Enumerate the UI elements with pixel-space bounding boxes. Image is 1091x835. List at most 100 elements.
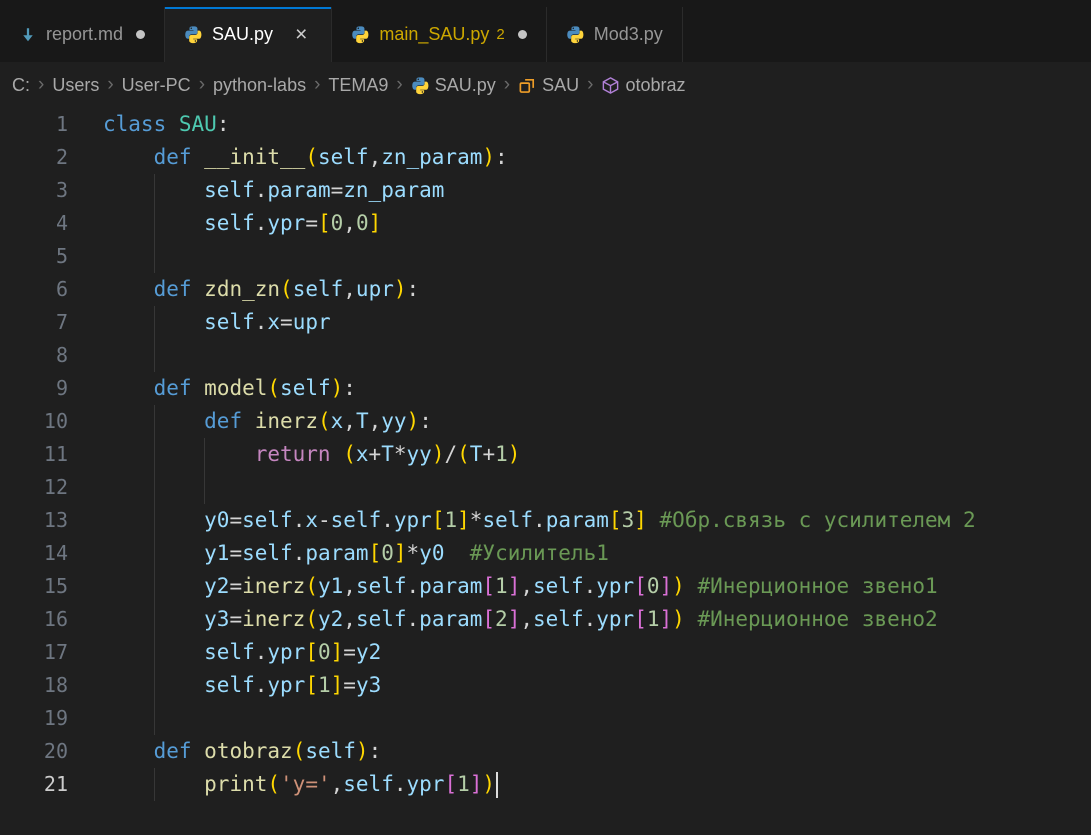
code-token: 1: [647, 607, 660, 631]
code-line[interactable]: 7 self.x=upr: [0, 306, 1091, 339]
line-number: 10: [0, 405, 68, 438]
code-token: 1: [495, 442, 508, 466]
code-line-content[interactable]: def zdn_zn(self,upr):: [103, 273, 1091, 306]
code-token: ): [356, 739, 369, 763]
breadcrumb-item-user-pc[interactable]: User-PC: [120, 75, 193, 96]
code-token: 0: [318, 640, 331, 664]
code-line[interactable]: 9 def model(self):: [0, 372, 1091, 405]
indent-guide: [154, 636, 155, 669]
breadcrumb-separator-icon: ›: [504, 74, 510, 96]
code-line[interactable]: 19: [0, 702, 1091, 735]
code-token: [103, 376, 154, 400]
tab-sau-py[interactable]: SAU.py×: [165, 7, 332, 62]
code-line[interactable]: 13 y0=self.x-self.ypr[1]*self.param[3] #…: [0, 504, 1091, 537]
indent-guide: [154, 768, 155, 801]
code-token: .: [381, 508, 394, 532]
breadcrumb-item-python-labs[interactable]: python-labs: [211, 75, 308, 96]
code-line-content[interactable]: def model(self):: [103, 372, 1091, 405]
code-token: [: [432, 508, 445, 532]
code-token: :: [495, 145, 508, 169]
breadcrumb-item-c[interactable]: C:: [10, 75, 32, 96]
code-token: ypr: [267, 640, 305, 664]
modified-indicator: [136, 30, 145, 39]
tab-main-sau-py[interactable]: main_SAU.py2: [332, 7, 546, 62]
code-line-content[interactable]: def __init__(self,zn_param):: [103, 141, 1091, 174]
code-line-content[interactable]: def inerz(x,T,yy):: [103, 405, 1091, 438]
code-line-content[interactable]: self.ypr[1]=y3: [103, 669, 1091, 702]
code-token: def: [154, 376, 192, 400]
code-token: ]: [660, 607, 673, 631]
code-line[interactable]: 14 y1=self.param[0]*y0 #Усилитель1: [0, 537, 1091, 570]
code-token: y2: [318, 607, 343, 631]
code-line-content[interactable]: def otobraz(self):: [103, 735, 1091, 768]
code-line[interactable]: 15 y2=inerz(y1,self.param[1],self.ypr[0]…: [0, 570, 1091, 603]
python-icon: [351, 25, 370, 44]
code-line-content[interactable]: [103, 471, 1091, 504]
code-token: ,: [343, 277, 356, 301]
line-number: 17: [0, 636, 68, 669]
code-line-content[interactable]: [103, 702, 1091, 735]
code-token: ]: [331, 673, 344, 697]
code-token: .: [293, 508, 306, 532]
breadcrumb-item-tema9[interactable]: TEMA9: [326, 75, 390, 96]
code-token: ): [407, 409, 420, 433]
code-token: #Усилитель1: [470, 541, 609, 565]
code-line[interactable]: 6 def zdn_zn(self,upr):: [0, 273, 1091, 306]
code-token: .: [584, 607, 597, 631]
code-token: *: [470, 508, 483, 532]
breadcrumb-item-sau[interactable]: SAU: [516, 75, 581, 96]
tab-report-md[interactable]: report.md: [0, 7, 165, 62]
code-line[interactable]: 8: [0, 339, 1091, 372]
code-line[interactable]: 12: [0, 471, 1091, 504]
tab-mod3-py[interactable]: Mod3.py: [547, 7, 683, 62]
code-line-content[interactable]: self.ypr=[0,0]: [103, 207, 1091, 240]
breadcrumb-item-users[interactable]: Users: [50, 75, 101, 96]
code-line-content[interactable]: return (x+T*yy)/(T+1): [103, 438, 1091, 471]
indent-guide: [204, 471, 205, 504]
code-line-content[interactable]: self.x=upr: [103, 306, 1091, 339]
code-line[interactable]: 4 self.ypr=[0,0]: [0, 207, 1091, 240]
code-token: =: [305, 211, 318, 235]
code-line-content[interactable]: y3=inerz(y2,self.param[2],self.ypr[1]) #…: [103, 603, 1091, 636]
code-line[interactable]: 16 y3=inerz(y2,self.param[2],self.ypr[1]…: [0, 603, 1091, 636]
code-line-content[interactable]: y1=self.param[0]*y0 #Усилитель1: [103, 537, 1091, 570]
code-token: [: [444, 772, 457, 796]
code-line-content[interactable]: class SAU:: [103, 108, 1091, 141]
line-number: 3: [0, 174, 68, 207]
indent-guide: [154, 537, 155, 570]
code-line-content[interactable]: self.ypr[0]=y2: [103, 636, 1091, 669]
code-token: .: [255, 211, 268, 235]
code-token: 'y=': [280, 772, 331, 796]
indent-guide: [154, 240, 155, 273]
code-line[interactable]: 2 def __init__(self,zn_param):: [0, 141, 1091, 174]
code-token: (: [305, 145, 318, 169]
code-line[interactable]: 3 self.param=zn_param: [0, 174, 1091, 207]
code-line[interactable]: 18 self.ypr[1]=y3: [0, 669, 1091, 702]
code-line[interactable]: 17 self.ypr[0]=y2: [0, 636, 1091, 669]
code-line[interactable]: 21 print('y=',self.ypr[1]): [0, 768, 1091, 801]
code-token: def: [154, 145, 192, 169]
code-line[interactable]: 11 return (x+T*yy)/(T+1): [0, 438, 1091, 471]
code-token: ]: [394, 541, 407, 565]
code-token: ]: [634, 508, 647, 532]
code-token: ): [394, 277, 407, 301]
close-icon[interactable]: ×: [290, 23, 312, 46]
code-line[interactable]: 20 def otobraz(self):: [0, 735, 1091, 768]
code-line-content[interactable]: [103, 339, 1091, 372]
code-line-content[interactable]: y0=self.x-self.ypr[1]*self.param[3] #Обр…: [103, 504, 1091, 537]
code-token: self: [204, 211, 255, 235]
code-line[interactable]: 10 def inerz(x,T,yy):: [0, 405, 1091, 438]
code-token: =: [229, 607, 242, 631]
breadcrumb-item-otobraz[interactable]: otobraz: [599, 75, 687, 96]
code-line-content[interactable]: print('y=',self.ypr[1]): [103, 768, 1091, 801]
code-line-content[interactable]: self.param=zn_param: [103, 174, 1091, 207]
code-line-content[interactable]: y2=inerz(y1,self.param[1],self.ypr[0]) #…: [103, 570, 1091, 603]
breadcrumb-item-sau-py[interactable]: SAU.py: [409, 75, 498, 96]
line-number: 14: [0, 537, 68, 570]
code-line-content[interactable]: [103, 240, 1091, 273]
code-line[interactable]: 5: [0, 240, 1091, 273]
modified-indicator: [518, 30, 527, 39]
code-line[interactable]: 1class SAU:: [0, 108, 1091, 141]
code-token: ): [432, 442, 445, 466]
breadcrumb-label: SAU.py: [435, 75, 496, 96]
